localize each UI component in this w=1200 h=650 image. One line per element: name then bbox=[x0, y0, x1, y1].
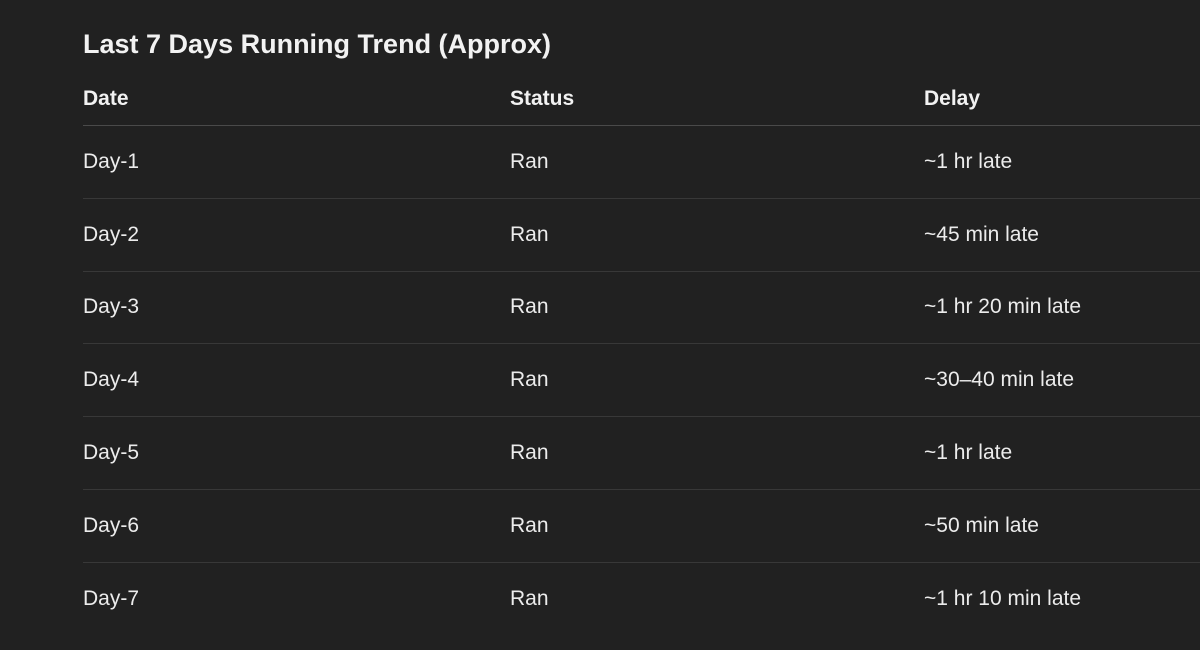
status-cell: Ran bbox=[510, 149, 549, 173]
status-cell: Ran bbox=[510, 295, 549, 319]
delay-cell: ~1 hr late bbox=[924, 441, 1013, 465]
status-cell: Ran bbox=[510, 587, 549, 611]
table-title: Last 7 Days Running Trend (Approx) bbox=[83, 29, 552, 59]
delay-cell: ~1 hr 10 min late bbox=[924, 587, 1082, 611]
status-cell: Ran bbox=[510, 513, 549, 537]
column-header-date: Date bbox=[83, 87, 129, 110]
status-cell: Ran bbox=[510, 368, 549, 392]
date-cell: Day-4 bbox=[83, 368, 140, 392]
delay-cell: ~1 hr 20 min late bbox=[924, 295, 1082, 319]
table-row: Day-6 Ran ~50 min late bbox=[83, 490, 1200, 563]
table-row: Day-3 Ran ~1 hr 20 min late bbox=[83, 272, 1200, 345]
date-cell: Day-7 bbox=[83, 587, 140, 611]
column-header-status: Status bbox=[510, 87, 575, 110]
date-cell: Day-2 bbox=[83, 222, 140, 246]
date-cell: Day-1 bbox=[83, 149, 140, 173]
delay-cell: ~45 min late bbox=[924, 222, 1039, 246]
date-cell: Day-5 bbox=[83, 441, 140, 465]
table-row: Day-7 Ran ~1 hr 10 min late bbox=[83, 563, 1200, 636]
delay-cell: ~50 min late bbox=[924, 513, 1039, 537]
column-header-delay: Delay bbox=[924, 87, 981, 110]
table-row: Day-1 Ran ~1 hr late bbox=[83, 126, 1200, 199]
table-row: Day-2 Ran ~45 min late bbox=[83, 199, 1200, 272]
delay-cell: ~1 hr late bbox=[924, 149, 1013, 173]
table-header-row: Date Status Delay bbox=[83, 73, 1200, 126]
date-cell: Day-6 bbox=[83, 513, 140, 537]
running-trend-table: Date Status Delay Day-1 Ran ~1 hr late D… bbox=[83, 73, 1200, 636]
delay-cell: ~30–40 min late bbox=[924, 368, 1075, 392]
table-row: Day-5 Ran ~1 hr late bbox=[83, 417, 1200, 490]
date-cell: Day-3 bbox=[83, 295, 140, 319]
status-cell: Ran bbox=[510, 222, 549, 246]
status-cell: Ran bbox=[510, 441, 549, 465]
table-row: Day-4 Ran ~30–40 min late bbox=[83, 344, 1200, 418]
